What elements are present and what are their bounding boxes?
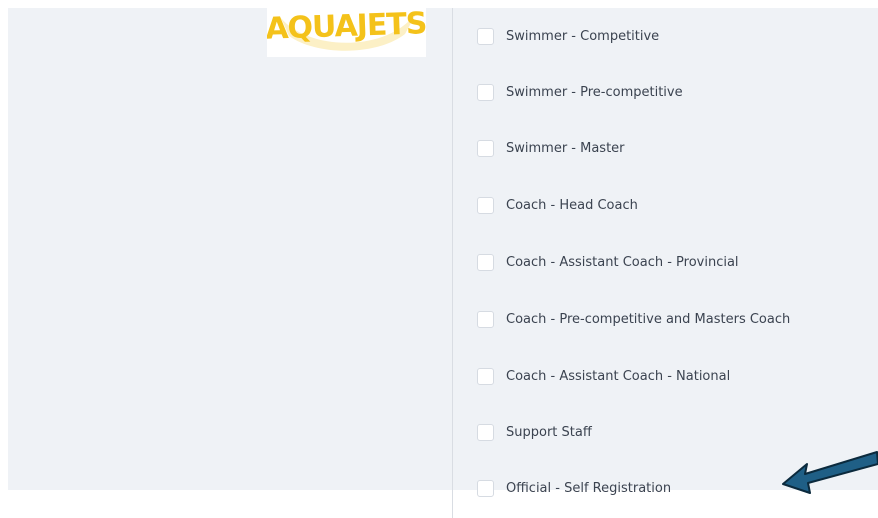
- role-checkbox[interactable]: [477, 27, 494, 45]
- role-label: Swimmer - Master: [506, 140, 625, 156]
- role-option-swimmer-master[interactable]: Swimmer - Master: [477, 138, 625, 158]
- column-divider: [452, 8, 453, 518]
- role-checkbox[interactable]: [477, 83, 494, 101]
- role-label: Support Staff: [506, 424, 592, 440]
- role-checkbox[interactable]: [477, 196, 494, 214]
- annotation-arrow-icon: [782, 451, 878, 494]
- page-background: [8, 8, 878, 490]
- role-option-coach-pre-competitive-masters[interactable]: Coach - Pre-competitive and Masters Coac…: [477, 309, 790, 329]
- role-label: Coach - Pre-competitive and Masters Coac…: [506, 311, 791, 327]
- role-label: Coach - Head Coach: [506, 197, 638, 213]
- role-label: Official - Self Registration: [506, 480, 672, 496]
- role-option-swimmer-competitive[interactable]: Swimmer - Competitive: [477, 26, 659, 46]
- aquajets-logo-image: AQUAJETS: [267, 6, 426, 51]
- role-option-official-self-registration[interactable]: Official - Self Registration: [477, 478, 671, 498]
- role-checkbox[interactable]: [477, 423, 494, 441]
- role-label: Coach - Assistant Coach - Provincial: [506, 254, 739, 270]
- logo-wordmark: AQUAJETS: [267, 6, 426, 47]
- role-checkbox[interactable]: [477, 139, 494, 157]
- role-label: Swimmer - Competitive: [506, 28, 660, 44]
- role-option-coach-assistant-provincial[interactable]: Coach - Assistant Coach - Provincial: [477, 252, 739, 272]
- role-option-support-staff[interactable]: Support Staff: [477, 422, 592, 442]
- role-option-coach-head[interactable]: Coach - Head Coach: [477, 195, 638, 215]
- role-label: Coach - Assistant Coach - National: [506, 368, 731, 384]
- role-option-swimmer-pre-competitive[interactable]: Swimmer - Pre-competitive: [477, 82, 683, 102]
- role-checkbox[interactable]: [477, 479, 494, 497]
- role-label: Swimmer - Pre-competitive: [506, 84, 683, 100]
- role-checkbox[interactable]: [477, 367, 494, 385]
- role-checkbox[interactable]: [477, 310, 494, 328]
- role-checkbox[interactable]: [477, 253, 494, 271]
- aquajets-logo: AQUAJETS: [267, 0, 426, 57]
- role-option-coach-assistant-national[interactable]: Coach - Assistant Coach - National: [477, 366, 730, 386]
